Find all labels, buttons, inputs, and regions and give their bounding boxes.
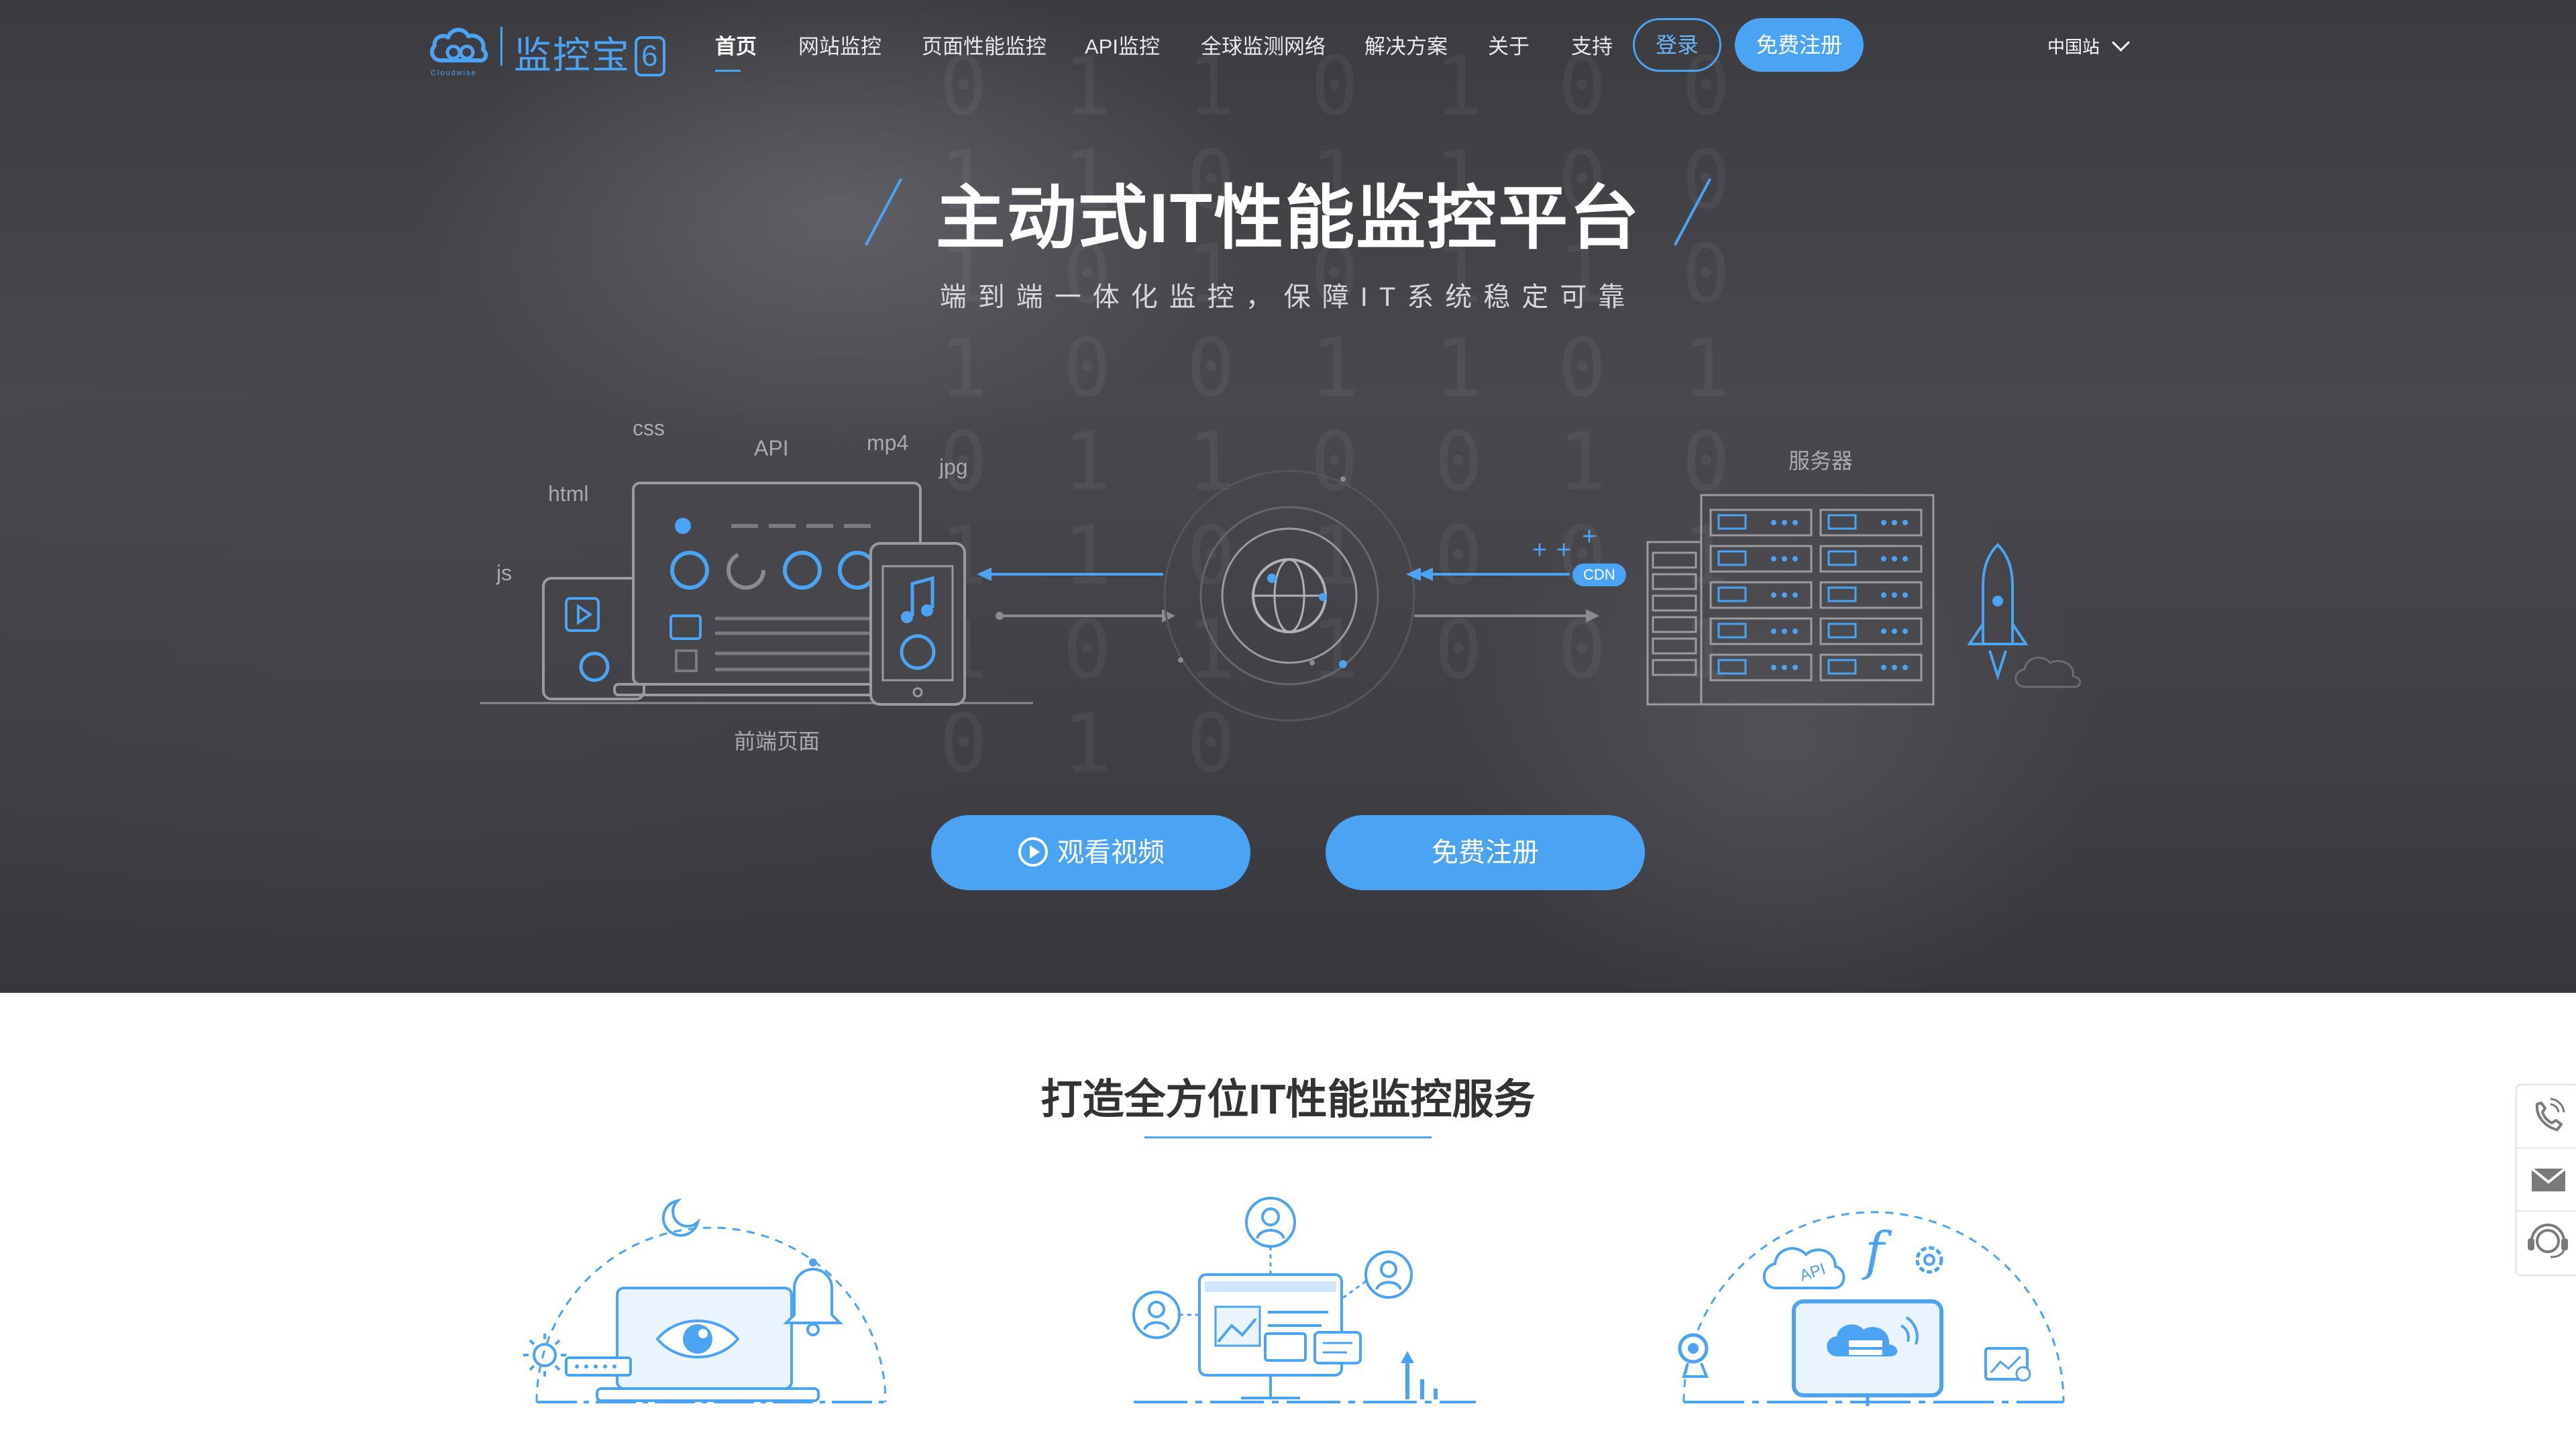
nav-item-global-network[interactable]: 全球监测网络 — [1201, 30, 1326, 60]
rocket-icon — [1967, 543, 2029, 681]
services-title-underline — [1144, 1136, 1432, 1138]
monitoring-24h-icon — [523, 1198, 887, 1403]
hero-section: 0 1 1 0 1 0 0 1 1 0 1 1 0 0 1 0 1 0 1 1 … — [0, 0, 2576, 993]
email-contact-button[interactable] — [2517, 1148, 2576, 1210]
top-navigation: Cloudwise 监控宝 6 首页 网站监控 页面性能监控 API监控 全球监测… — [0, 0, 2576, 91]
nav-item-about[interactable]: 关于 — [1488, 30, 1529, 60]
nav-item-page-performance[interactable]: 页面性能监控 — [922, 30, 1046, 60]
cloud-logo-icon: Cloudwise — [429, 28, 488, 77]
cloud-icon — [2015, 656, 2082, 688]
login-button[interactable]: 登录 — [1633, 18, 1721, 72]
architecture-diagram: CDN + + + — [480, 470, 2082, 722]
brand-logo[interactable]: Cloudwise 监控宝 6 — [427, 16, 675, 78]
gear-icon — [1915, 1246, 1943, 1274]
nav-item-home[interactable]: 首页 — [715, 30, 757, 60]
play-circle-icon — [1018, 837, 1048, 867]
register-button-hero[interactable]: 免费注册 — [1326, 815, 1645, 890]
service-card-user-experience — [1073, 1181, 1503, 1409]
svg-text:+: + — [1532, 536, 1547, 564]
user-avatar-icon-right — [1364, 1250, 1413, 1299]
hero-subtitle: 端到端一体化监控，保障IT系统稳定可靠 — [939, 282, 1637, 312]
title-slash-left — [864, 178, 902, 246]
nav-active-indicator — [715, 70, 741, 72]
region-label: 中国站 — [2047, 37, 2100, 57]
watch-video-label: 观看视频 — [1057, 838, 1165, 867]
watch-video-button[interactable]: 观看视频 — [931, 815, 1250, 890]
floating-contact-toolbar — [2516, 1084, 2576, 1276]
server-led-dots — [1717, 514, 1908, 675]
sun-icon — [533, 1343, 557, 1367]
user-avatar-icon — [1245, 1197, 1296, 1248]
cloud-api-icon: API f — [1678, 1211, 2065, 1406]
phone-icon — [2535, 1097, 2565, 1131]
bell-icon — [783, 1268, 843, 1324]
svg-text:+: + — [1582, 523, 1597, 551]
phone-contact-button[interactable] — [2517, 1085, 2576, 1147]
nav-item-website-monitoring[interactable]: 网站监控 — [798, 30, 881, 60]
service-card-monitoring — [496, 1181, 926, 1409]
chat-bubble-icon — [1313, 1331, 1362, 1364]
svg-text:Cloudwise: Cloudwise — [431, 69, 477, 77]
svg-text:CDN: CDN — [1583, 566, 1615, 583]
chevron-down-icon — [2112, 34, 2130, 52]
facebook-f-icon: f — [1862, 1222, 1892, 1282]
hero-title-wrap: 主动式IT性能监控平台 — [0, 161, 2576, 262]
brand-name: 监控宝 6 — [514, 25, 666, 80]
nav-item-support[interactable]: 支持 — [1571, 30, 1613, 60]
nav-item-solutions[interactable]: 解决方案 — [1364, 30, 1448, 60]
architecture-illustration: css API mp4 jpg html js 前端页面 服务器 CDN + +… — [470, 402, 2120, 765]
user-avatar-icon-left — [1132, 1291, 1181, 1339]
customer-service-button[interactable] — [2517, 1212, 2576, 1273]
service-card-cloud-api: API f — [1653, 1181, 2082, 1409]
svg-text:+: + — [1556, 536, 1571, 564]
logo-divider — [500, 27, 502, 66]
hero-title: 主动式IT性能监控平台 — [864, 161, 1712, 262]
mail-icon — [2530, 1167, 2567, 1191]
user-experience-icon — [1132, 1197, 1476, 1403]
phone-device-icon — [869, 542, 966, 706]
customer-service-icon — [2528, 1224, 2568, 1258]
services-title: 打造全方位IT性能监控服务 — [1040, 1077, 1536, 1123]
region-selector[interactable]: 中国站 — [2047, 34, 2130, 58]
register-button-top[interactable]: 免费注册 — [1735, 18, 1864, 72]
tablet-device-icon — [542, 577, 645, 700]
globe-network-icon — [1163, 470, 1415, 722]
nav-item-api-monitoring[interactable]: API监控 — [1085, 30, 1160, 60]
server-rack-icon — [1646, 494, 1935, 706]
title-slash-right — [1674, 178, 1712, 246]
version-badge: 6 — [635, 36, 666, 76]
